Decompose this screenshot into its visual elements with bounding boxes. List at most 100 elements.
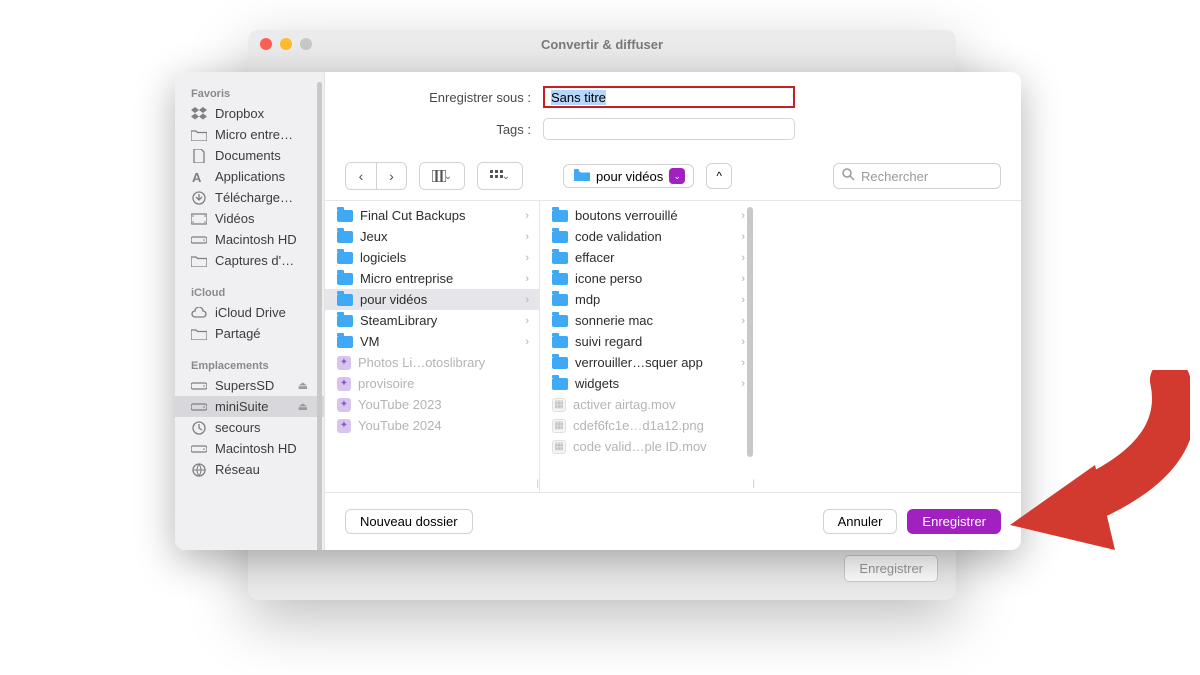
chevron-right-icon: › [741, 273, 745, 285]
folder-icon [552, 315, 568, 327]
list-item[interactable]: ▦cdef6fc1e…d1a12.png [540, 415, 755, 436]
svg-text:A: A [192, 170, 202, 184]
download-icon [191, 191, 207, 205]
group-by-button[interactable]: ⌄ [477, 162, 523, 190]
new-folder-button[interactable]: Nouveau dossier [345, 509, 473, 534]
folder-icon [337, 273, 353, 285]
sidebar-item[interactable]: secours [175, 417, 324, 438]
chevron-right-icon: › [525, 210, 529, 222]
sidebar-item-label: Télécharge… [215, 190, 293, 205]
sidebar-item-label: iCloud Drive [215, 305, 286, 320]
search-input[interactable]: Rechercher [833, 163, 1001, 189]
sidebar-item-label: miniSuite [215, 399, 268, 414]
dialog-footer: Nouveau dossier Annuler Enregistrer [325, 493, 1021, 550]
sidebar-item-label: Macintosh HD [215, 232, 297, 247]
save-button[interactable]: Enregistrer [907, 509, 1001, 534]
list-item[interactable]: verrouiller…squer app› [540, 352, 755, 373]
list-item[interactable]: Jeux› [325, 226, 539, 247]
sidebar-scrollbar[interactable] [317, 82, 322, 550]
list-item[interactable]: suivi regard › [540, 331, 755, 352]
sidebar-item-label: Partagé [215, 326, 261, 341]
folder-icon [337, 294, 353, 306]
sidebar-item[interactable]: Dropbox [175, 103, 324, 124]
toolbar: ‹ › ⌄ ⌄ pour vidéos ⌄ [325, 158, 1021, 201]
sidebar-item[interactable]: Documents [175, 145, 324, 166]
sidebar-item[interactable]: Macintosh HD [175, 438, 324, 459]
sidebar-item[interactable]: SupersSD⏏ [175, 375, 324, 396]
list-item-label: Jeux [360, 229, 518, 244]
path-folder-name: pour vidéos [596, 169, 663, 184]
list-item[interactable]: effacer› [540, 247, 755, 268]
list-item[interactable]: code validation› [540, 226, 755, 247]
folder-icon [552, 273, 568, 285]
sidebar-item[interactable]: Captures d'… [175, 250, 324, 271]
list-item-label: Photos Li…otoslibrary [358, 355, 529, 370]
form-area: Enregistrer sous : Sans titre Tags : [325, 72, 1021, 158]
folder-icon [191, 128, 207, 142]
list-item-label: effacer [575, 250, 734, 265]
list-item[interactable]: sonnerie mac › [540, 310, 755, 331]
cancel-button[interactable]: Annuler [823, 509, 898, 534]
tags-input[interactable] [543, 118, 795, 140]
sidebar-item[interactable]: miniSuite ⏏ [175, 396, 324, 417]
sidebar-item[interactable]: iCloud Drive [175, 302, 324, 323]
list-item[interactable]: ▦code valid…ple ID.mov [540, 436, 755, 457]
list-item[interactable]: pour vidéos› [325, 289, 539, 310]
collapse-button[interactable]: ^ [706, 163, 732, 189]
folder-icon [337, 315, 353, 327]
list-item[interactable]: logiciels› [325, 247, 539, 268]
sidebar-item[interactable]: Télécharge… [175, 187, 324, 208]
eject-icon[interactable]: ⏏ [298, 379, 308, 392]
list-item-label: Final Cut Backups [360, 208, 518, 223]
column-1[interactable]: Final Cut Backups›Jeux›logiciels›Micro e… [325, 201, 540, 492]
chevron-right-icon: › [741, 336, 745, 348]
list-item[interactable]: icone perso› [540, 268, 755, 289]
sidebar-item[interactable]: Partagé [175, 323, 324, 344]
sidebar-item[interactable]: A Applications [175, 166, 324, 187]
filename-input[interactable]: Sans titre [543, 86, 795, 108]
path-popup[interactable]: pour vidéos ⌄ [563, 164, 694, 188]
chevron-right-icon: › [741, 315, 745, 327]
list-item-label: YouTube 2024 [358, 418, 529, 433]
column-3[interactable] [755, 201, 1021, 492]
chevron-right-icon: › [741, 210, 745, 222]
nav-back-button[interactable]: ‹ [346, 163, 376, 189]
list-item-label: sonnerie mac [575, 313, 734, 328]
sidebar-item[interactable]: Macintosh HD [175, 229, 324, 250]
sidebar-section-locations: Emplacements [175, 354, 324, 375]
columns-view-icon[interactable]: ⌄ [420, 163, 464, 189]
list-item[interactable]: ✦provisoire [325, 373, 539, 394]
chevron-right-icon: › [525, 315, 529, 327]
folder-icon [552, 357, 568, 369]
sidebar-item[interactable]: Réseau [175, 459, 324, 480]
column-2[interactable]: boutons verrouillé›code validation›effac… [540, 201, 755, 492]
list-item[interactable]: ✦YouTube 2024 [325, 415, 539, 436]
list-item-label: suivi regard [575, 334, 734, 349]
list-item[interactable]: ✦YouTube 2023 [325, 394, 539, 415]
list-item[interactable]: ▦activer airtag.mov [540, 394, 755, 415]
nav-forward-button[interactable]: › [376, 163, 406, 189]
list-item[interactable]: widgets› [540, 373, 755, 394]
chevron-right-icon: › [741, 378, 745, 390]
view-mode-columns[interactable]: ⌄ [419, 162, 465, 190]
list-item-label: pour vidéos [360, 292, 518, 307]
list-item[interactable]: Micro entreprise› [325, 268, 539, 289]
list-item[interactable]: ✦Photos Li…otoslibrary [325, 352, 539, 373]
library-icon: ✦ [337, 398, 351, 412]
save-dialog: Favoris DropboxMicro entre…DocumentsAApp… [175, 72, 1021, 550]
sidebar-item[interactable]: Micro entre… [175, 124, 324, 145]
list-item[interactable]: boutons verrouillé› [540, 205, 755, 226]
list-item[interactable]: VM› [325, 331, 539, 352]
eject-icon[interactable]: ⏏ [298, 400, 308, 413]
chevron-right-icon: › [525, 252, 529, 264]
parent-save-button[interactable]: Enregistrer [844, 555, 938, 582]
sidebar-item-label: Applications [215, 169, 285, 184]
group-icon[interactable]: ⌄ [478, 163, 522, 189]
list-item[interactable]: SteamLibrary› [325, 310, 539, 331]
shared-icon [191, 327, 207, 341]
list-item[interactable]: mdp› [540, 289, 755, 310]
nav-back-forward: ‹ › [345, 162, 407, 190]
column-browser: Final Cut Backups›Jeux›logiciels›Micro e… [325, 201, 1021, 493]
list-item[interactable]: Final Cut Backups › [325, 205, 539, 226]
sidebar-item[interactable]: Vidéos [175, 208, 324, 229]
